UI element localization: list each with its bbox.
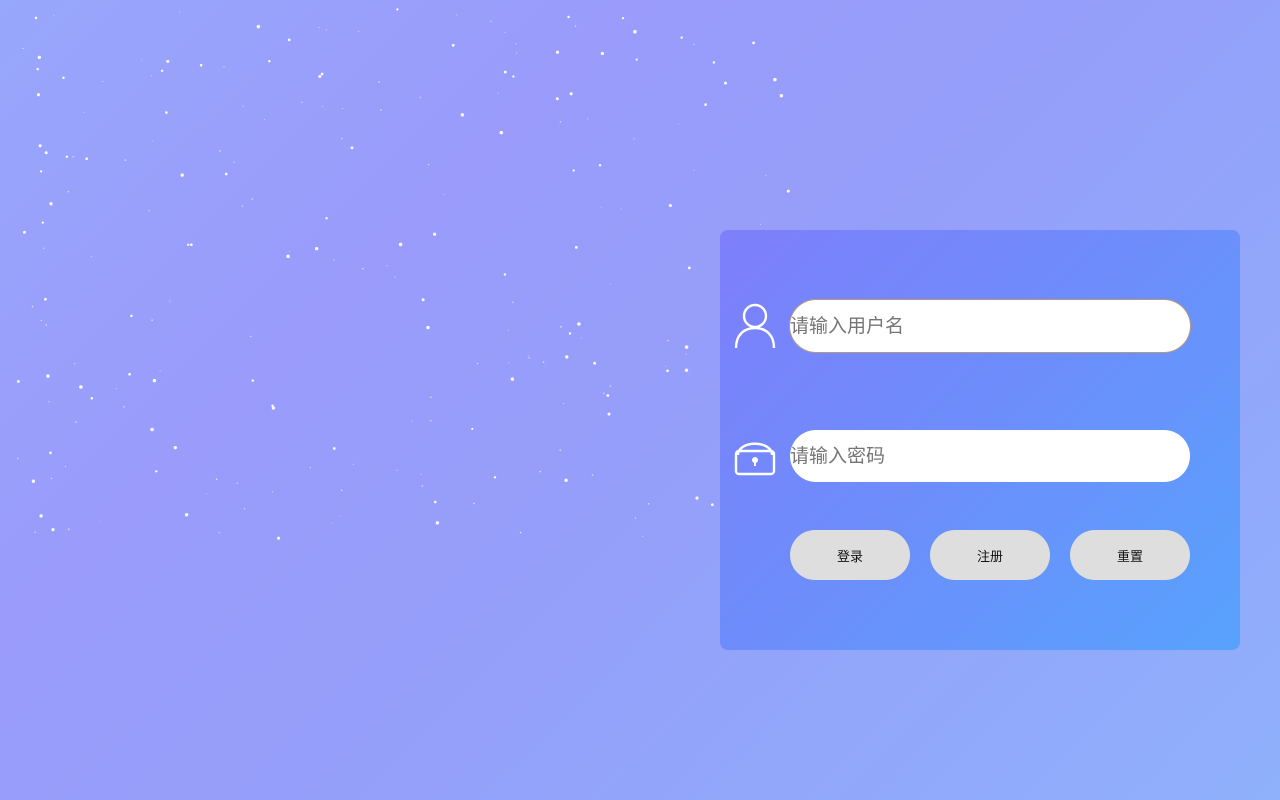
login-button[interactable]: 登录 bbox=[790, 530, 910, 580]
register-button[interactable]: 注册 bbox=[930, 530, 1050, 580]
reset-button[interactable]: 重置 bbox=[1070, 530, 1190, 580]
password-input[interactable] bbox=[790, 430, 1190, 482]
login-panel: 登录 注册 重置 bbox=[720, 230, 1240, 650]
user-icon bbox=[733, 302, 777, 350]
lock-icon bbox=[733, 434, 777, 482]
username-input[interactable] bbox=[790, 300, 1190, 352]
